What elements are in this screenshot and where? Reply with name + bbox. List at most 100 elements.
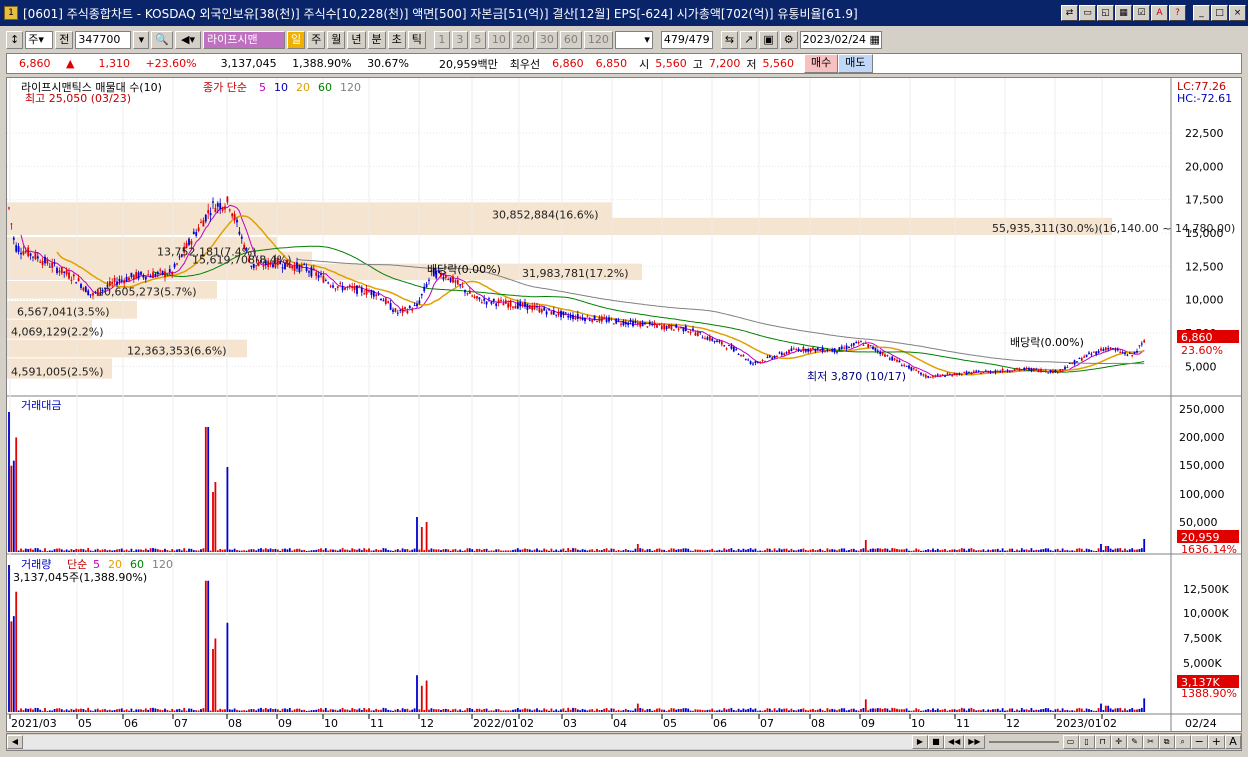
volume-bar xyxy=(512,709,514,712)
amount-bar xyxy=(159,549,162,552)
period-month[interactable]: 월 xyxy=(327,31,346,49)
grid-icon[interactable]: ▦ xyxy=(1115,5,1132,21)
sell-button[interactable]: 매도 xyxy=(838,54,873,73)
code-dropdown-icon[interactable]: ▾ xyxy=(133,31,150,49)
interval-20[interactable]: 20 xyxy=(511,31,534,49)
search-icon[interactable]: 🔍 xyxy=(151,31,174,49)
minimize-icon[interactable]: _ xyxy=(1193,5,1210,21)
scroll-track[interactable] xyxy=(23,735,912,749)
prev-button[interactable]: 전 xyxy=(55,31,74,49)
count-input[interactable]: 479/479 xyxy=(660,31,713,49)
maximize-icon[interactable]: □ xyxy=(1211,5,1228,21)
amount-bar xyxy=(980,550,982,552)
forward-icon[interactable]: ▶▶ xyxy=(964,735,985,749)
amount-bar xyxy=(1121,550,1124,552)
volume-bar xyxy=(468,708,471,712)
font-icon[interactable]: A xyxy=(1151,5,1168,21)
period-day[interactable]: 일 xyxy=(287,31,306,49)
candle-body xyxy=(663,324,666,330)
interval-120[interactable]: 120 xyxy=(583,31,613,49)
amount-bar xyxy=(444,549,447,552)
candle-body xyxy=(1133,351,1136,354)
arrows-icon[interactable]: ⇆ xyxy=(720,31,739,49)
amount-bar xyxy=(848,549,850,552)
volume-bar xyxy=(644,710,646,712)
play-icon[interactable]: ▶ xyxy=(911,735,928,749)
scroll-left-icon[interactable]: ◀ xyxy=(7,735,23,749)
volume-bar xyxy=(1020,708,1023,712)
ma-label[interactable]: 종가 단순 xyxy=(203,81,247,94)
tile-icon[interactable]: ▭ xyxy=(1079,5,1096,21)
date-input[interactable]: 2023/02/24 ▦ xyxy=(799,31,882,49)
amount-title[interactable]: 거래대금 xyxy=(21,399,61,412)
speaker-icon[interactable]: ◀▾ xyxy=(175,31,202,49)
close-icon[interactable]: × xyxy=(1229,5,1246,21)
candle-body xyxy=(12,237,15,240)
period-tick[interactable]: 틱 xyxy=(407,31,426,49)
volume-bar xyxy=(939,710,942,712)
volume-bar xyxy=(617,709,620,712)
settings-icon[interactable]: ⚙ xyxy=(779,31,798,49)
layout-icon[interactable]: ▭ xyxy=(1062,735,1079,749)
market-select[interactable]: 주▾ xyxy=(25,31,54,49)
volume-bar xyxy=(440,710,442,712)
copy-icon[interactable]: ⧉ xyxy=(1158,735,1175,749)
interval-10[interactable]: 10 xyxy=(487,31,510,49)
volume-bar xyxy=(1068,710,1071,712)
window-icon[interactable]: ◱ xyxy=(1097,5,1114,21)
interval-5[interactable]: 5 xyxy=(469,31,486,49)
period-year[interactable]: 년 xyxy=(347,31,366,49)
volume-title[interactable]: 거래량 xyxy=(21,558,51,571)
text-icon[interactable]: A xyxy=(1225,735,1241,749)
volume-bar xyxy=(104,709,106,712)
trend-icon[interactable]: ↗ xyxy=(740,31,758,49)
volume-bar xyxy=(1100,703,1102,712)
amount-bar xyxy=(1124,548,1126,552)
minus-icon[interactable]: − xyxy=(1190,735,1208,749)
rewind-icon[interactable]: ◀◀ xyxy=(943,735,965,749)
candle-body xyxy=(1121,352,1124,354)
interval-input[interactable]: ▾ xyxy=(614,31,653,49)
draw-icon[interactable]: ✎ xyxy=(1126,735,1143,749)
stop-icon[interactable]: ■ xyxy=(927,735,944,749)
ma-periods: 5 10 20 60 120 xyxy=(259,81,361,94)
magnet-icon[interactable]: ⊓ xyxy=(1094,735,1111,749)
period-second[interactable]: 초 xyxy=(387,31,406,49)
bottom-scrollbar[interactable]: ◀ ▶ ■ ◀◀ ▶▶ ▭ ▯ ⊓ ✛ ✎ ✂ ⧉ ⌕ − + A xyxy=(6,733,1242,751)
interval-3[interactable]: 3 xyxy=(451,31,468,49)
interval-1[interactable]: 1 xyxy=(433,31,450,49)
candle-body xyxy=(1085,354,1088,357)
zoom-slider[interactable] xyxy=(988,741,1059,743)
amount-bar xyxy=(732,550,735,552)
amount-bar xyxy=(440,550,442,552)
period-week[interactable]: 주 xyxy=(307,31,326,49)
buy-button[interactable]: 매수 xyxy=(804,54,839,73)
interval-30[interactable]: 30 xyxy=(535,31,558,49)
amount-bar xyxy=(917,549,920,552)
check-icon[interactable]: ☑ xyxy=(1133,5,1150,21)
period-minute[interactable]: 분 xyxy=(367,31,386,49)
interval-60[interactable]: 60 xyxy=(559,31,582,49)
volume-bar xyxy=(164,708,166,712)
volume-ma-label[interactable]: 단순 xyxy=(67,558,87,571)
candle-body xyxy=(675,324,678,328)
code-input[interactable]: 347700 xyxy=(75,31,132,49)
crosshair-icon[interactable]: ✛ xyxy=(1110,735,1127,749)
plus-icon[interactable]: + xyxy=(1207,735,1225,749)
split-icon[interactable]: ▯ xyxy=(1078,735,1095,749)
cut-icon[interactable]: ✂ xyxy=(1142,735,1159,749)
amount-bar xyxy=(999,550,1002,552)
save-icon[interactable]: ▣ xyxy=(759,31,778,49)
stock-name-label[interactable]: 라이프시맨 xyxy=(203,31,286,49)
zoom-icon[interactable]: ⌕ xyxy=(1174,735,1191,749)
volume-bar xyxy=(471,708,474,712)
candle-body xyxy=(152,272,154,278)
help-icon[interactable]: ? xyxy=(1169,5,1186,21)
volume-bar xyxy=(353,709,356,712)
amount-bar xyxy=(72,549,75,552)
link-icon[interactable]: ⇄ xyxy=(1061,5,1078,21)
chart-area[interactable]: 30,852,884(16.6%) 55,935,311(30.0%)(16,14… xyxy=(6,77,1242,732)
history-icon[interactable]: ↕ xyxy=(6,31,24,49)
amount-bar xyxy=(15,437,18,552)
volume-bar xyxy=(963,708,966,712)
